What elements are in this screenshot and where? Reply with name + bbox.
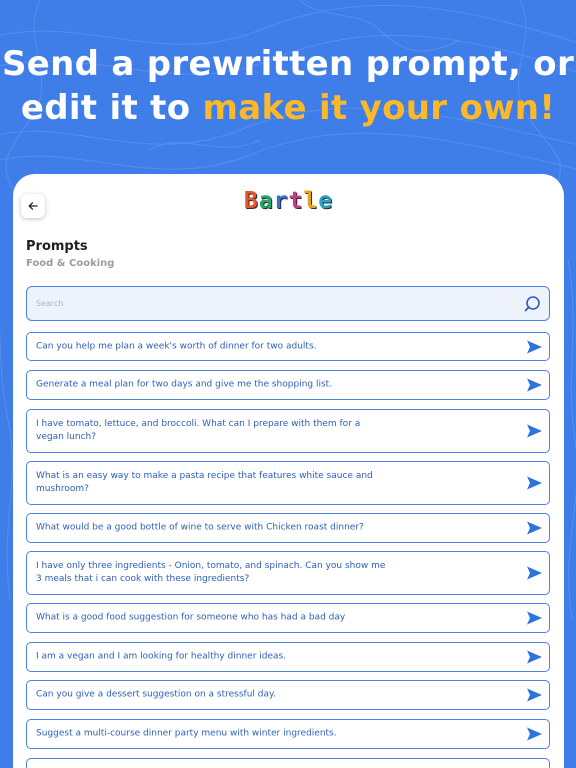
prompt-text: What is an easy way to make a pasta reci…	[36, 471, 373, 494]
send-icon[interactable]	[526, 650, 543, 665]
logo-letter: r	[273, 188, 289, 214]
bartle-logo: Bartle	[13, 188, 564, 214]
prompt-text: Generate a meal plan for two days and gi…	[36, 379, 333, 390]
prompt-item[interactable]: I am a vegan and I am looking for health…	[26, 642, 550, 672]
logo-letter: a	[258, 188, 274, 214]
prompt-item[interactable]: Can you help me plan a week's worth of d…	[26, 332, 550, 361]
prompt-text: What would be a good bottle of wine to s…	[36, 522, 364, 533]
prompt-text: What is a good food suggestion for someo…	[36, 612, 346, 623]
search-input[interactable]	[36, 287, 506, 320]
prompt-item[interactable]: Can you give a dessert suggestion on a s…	[26, 680, 550, 710]
prompt-item[interactable]: What is a good food suggestion for someo…	[26, 603, 550, 633]
prompt-item[interactable]	[26, 758, 550, 768]
prompt-item[interactable]: I have tomato, lettuce, and broccoli. Wh…	[26, 409, 550, 453]
send-icon[interactable]	[526, 566, 543, 581]
send-icon[interactable]	[526, 727, 543, 742]
search-bar	[26, 286, 550, 321]
send-icon[interactable]	[526, 339, 543, 354]
prompt-item[interactable]: What is an easy way to make a pasta reci…	[26, 461, 550, 505]
send-icon[interactable]	[526, 611, 543, 626]
send-icon[interactable]	[526, 378, 543, 393]
send-icon[interactable]	[526, 476, 543, 491]
search-icon[interactable]	[523, 295, 541, 313]
prompt-text: I have only three ingredients - Onion, t…	[36, 561, 386, 584]
headline-line-2-plain: edit it to	[20, 88, 203, 128]
prompt-text: Suggest a multi-course dinner party menu…	[36, 728, 337, 739]
prompt-text: I am a vegan and I am looking for health…	[36, 651, 287, 662]
prompt-text: I have tomato, lettuce, and broccoli. Wh…	[36, 419, 361, 442]
prompt-text: Can you help me plan a week's worth of d…	[36, 341, 317, 351]
prompts-card: Bartle Prompts Food & Cooking Can you he…	[13, 174, 564, 768]
logo-letter: t	[288, 188, 304, 214]
headline-line-1: Send a prewritten prompt, or	[1, 44, 575, 84]
headline: Send a prewritten prompt, or edit it to …	[0, 42, 576, 130]
section-subtitle: Food & Cooking	[26, 258, 115, 269]
headline-accent: make it your own!	[202, 88, 556, 128]
headline-line-2: edit it to make it your own!	[0, 86, 576, 130]
send-icon[interactable]	[526, 424, 543, 439]
logo-letter: B	[243, 188, 259, 214]
prompt-item[interactable]: What would be a good bottle of wine to s…	[26, 513, 550, 543]
send-icon[interactable]	[526, 688, 543, 703]
prompt-text: Can you give a dessert suggestion on a s…	[36, 689, 276, 700]
logo-letter: l	[303, 188, 319, 214]
prompt-item[interactable]: Suggest a multi-course dinner party menu…	[26, 719, 550, 749]
send-icon[interactable]	[526, 521, 543, 536]
section-title: Prompts	[26, 239, 88, 254]
prompt-item[interactable]: Generate a meal plan for two days and gi…	[26, 370, 550, 400]
prompt-item[interactable]: I have only three ingredients - Onion, t…	[26, 551, 550, 595]
logo-letter: e	[318, 188, 334, 214]
